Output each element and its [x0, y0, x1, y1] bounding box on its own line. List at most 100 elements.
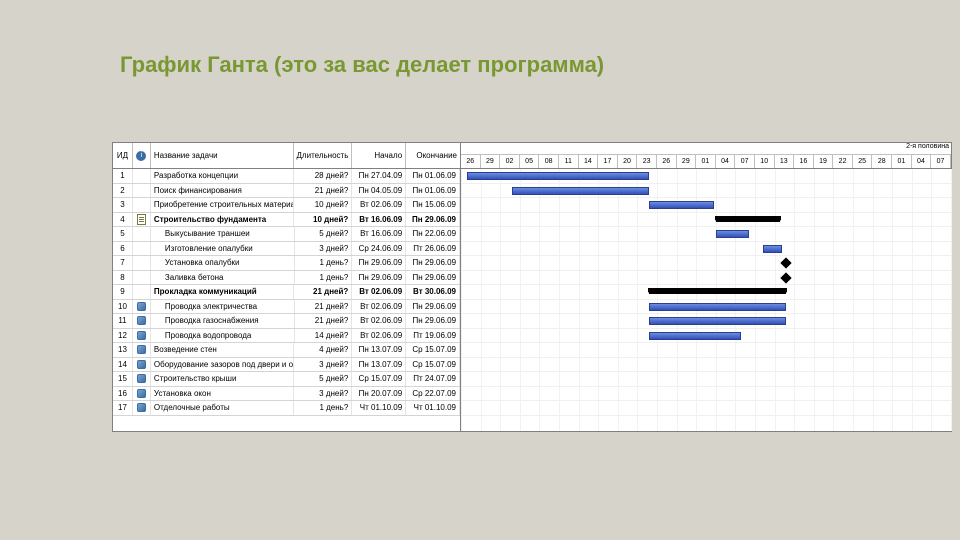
table-row[interactable]: 4Строительство фундамента10 дней?Вт 16.0…	[113, 213, 460, 228]
table-row[interactable]: 11Проводка газоснабжения21 дней?Вт 02.06…	[113, 314, 460, 329]
cell-id: 9	[113, 285, 133, 299]
table-row[interactable]: 7Установка опалубки1 день?Пн 29.06.09Пн …	[113, 256, 460, 271]
gantt-bar[interactable]	[512, 187, 649, 195]
cell-id: 16	[113, 387, 133, 401]
timeline-day: 26	[461, 155, 481, 168]
timeline-day: 29	[677, 155, 697, 168]
cell-start: Вт 02.06.09	[352, 198, 406, 212]
cell-name: Проводка электричества	[151, 300, 295, 314]
col-end[interactable]: Окончание	[406, 143, 460, 168]
timeline-day: 17	[598, 155, 618, 168]
cell-start: Пн 13.07.09	[352, 358, 406, 372]
table-row[interactable]: 13Возведение стен4 дней?Пн 13.07.09Ср 15…	[113, 343, 460, 358]
cell-name: Поиск финансирования	[151, 184, 295, 198]
table-row[interactable]: 6Изготовление опалубки3 дней?Ср 24.06.09…	[113, 242, 460, 257]
col-name[interactable]: Название задачи	[151, 143, 294, 168]
col-start[interactable]: Начало	[352, 143, 406, 168]
table-row[interactable]: 15Строительство крыши5 дней?Ср 15.07.09П…	[113, 372, 460, 387]
col-info[interactable]: i	[133, 143, 151, 168]
cell-id: 1	[113, 169, 133, 183]
cell-name: Возведение стен	[151, 343, 295, 357]
gantt-bar[interactable]	[649, 288, 786, 294]
table-row[interactable]: 10Проводка электричества21 дней?Вт 02.06…	[113, 300, 460, 315]
timeline-day: 07	[735, 155, 755, 168]
cell-name: Разработка концепции	[151, 169, 295, 183]
cell-name: Выкусывание траншеи	[151, 227, 295, 241]
cell-duration: 28 дней?	[294, 169, 352, 183]
cell-name: Прокладка коммуникаций	[151, 285, 295, 299]
col-duration[interactable]: Длительность	[294, 143, 352, 168]
table-row[interactable]: 3Приобретение строительных материалов10 …	[113, 198, 460, 213]
gantt-bar[interactable]	[716, 230, 749, 238]
cell-name: Приобретение строительных материалов	[151, 198, 295, 212]
cell-id: 14	[113, 358, 133, 372]
gantt-bar[interactable]	[716, 216, 781, 222]
gantt-bar[interactable]	[649, 317, 786, 325]
cell-end: Пн 22.06.09	[406, 227, 460, 241]
cell-info	[133, 169, 151, 183]
cell-info	[133, 198, 151, 212]
cell-info	[133, 372, 151, 386]
link-icon	[137, 331, 146, 340]
gantt-bar[interactable]	[467, 172, 649, 180]
cell-id: 2	[113, 184, 133, 198]
link-icon	[137, 360, 146, 369]
cell-duration: 21 дней?	[294, 184, 352, 198]
gantt-timeline-header: 2-я половина 262902050811141720232629010…	[461, 143, 951, 169]
gantt-bar[interactable]	[649, 201, 714, 209]
cell-name: Изготовление опалубки	[151, 242, 295, 256]
link-icon	[137, 302, 146, 311]
note-icon	[137, 214, 146, 225]
link-icon	[137, 389, 146, 398]
timeline-day: 28	[872, 155, 892, 168]
cell-end: Пн 15.06.09	[406, 198, 460, 212]
gantt-bar[interactable]	[649, 303, 786, 311]
cell-end: Вт 30.06.09	[406, 285, 460, 299]
cell-end: Пн 29.06.09	[406, 300, 460, 314]
timeline-day: 04	[716, 155, 736, 168]
cell-name: Строительство крыши	[151, 372, 295, 386]
table-row[interactable]: 17Отделочные работы1 день?Чт 01.10.09Чт …	[113, 401, 460, 416]
table-row[interactable]: 9Прокладка коммуникаций21 дней?Вт 02.06.…	[113, 285, 460, 300]
table-row[interactable]: 16Установка окон3 дней?Пн 20.07.09Ср 22.…	[113, 387, 460, 402]
cell-id: 7	[113, 256, 133, 270]
gantt-bar[interactable]	[649, 332, 741, 340]
cell-info	[133, 300, 151, 314]
table-row[interactable]: 1 Разработка концепции28 дней?Пн 27.04.09…	[113, 169, 460, 184]
cell-end: Чт 01.10.09	[406, 401, 460, 415]
cell-start: Пн 20.07.09	[352, 387, 406, 401]
cell-name: Оборудование зазоров под двери и окна	[151, 358, 295, 372]
cell-id: 4	[113, 213, 133, 227]
cell-start: Пн 04.05.09	[352, 184, 406, 198]
cell-info	[133, 227, 151, 241]
cell-start: Чт 01.10.09	[352, 401, 406, 415]
cell-end: Пн 01.06.09	[406, 184, 460, 198]
cell-info	[133, 343, 151, 357]
table-row[interactable]: 12Проводка водопровода14 дней?Вт 02.06.0…	[113, 329, 460, 344]
cell-start: Ср 15.07.09	[352, 372, 406, 386]
table-row[interactable]: 2 Поиск финансирования21 дней?Пн 04.05.09…	[113, 184, 460, 199]
timeline-day: 01	[696, 155, 716, 168]
cell-id: 17	[113, 401, 133, 415]
timeline-day: 25	[853, 155, 873, 168]
cell-duration: 1 день?	[295, 256, 353, 270]
table-row[interactable]: 14Оборудование зазоров под двери и окна3…	[113, 358, 460, 373]
info-icon: i	[136, 151, 146, 161]
timeline-group-label: 2-я половина	[906, 143, 949, 150]
table-row[interactable]: 5Выкусывание траншеи5 дней?Вт 16.06.09Пн…	[113, 227, 460, 242]
cell-start: Пн 29.06.09	[352, 271, 406, 285]
timeline-day: 19	[814, 155, 834, 168]
gantt-bar[interactable]	[763, 245, 783, 253]
cell-info	[133, 285, 151, 299]
cell-info	[133, 314, 151, 328]
cell-duration: 3 дней?	[295, 242, 353, 256]
col-id[interactable]: ИД	[113, 143, 133, 168]
cell-duration: 10 дней?	[294, 198, 352, 212]
table-row[interactable]: 8Заливка бетона1 день?Пн 29.06.09Пн 29.0…	[113, 271, 460, 286]
cell-info	[133, 213, 151, 227]
cell-id: 11	[113, 314, 133, 328]
cell-start: Пн 27.04.09	[352, 169, 406, 183]
gantt-chart: ИД i Название задачи Длительность Начало…	[112, 142, 952, 432]
timeline-day: 04	[912, 155, 932, 168]
cell-duration: 1 день?	[294, 401, 352, 415]
